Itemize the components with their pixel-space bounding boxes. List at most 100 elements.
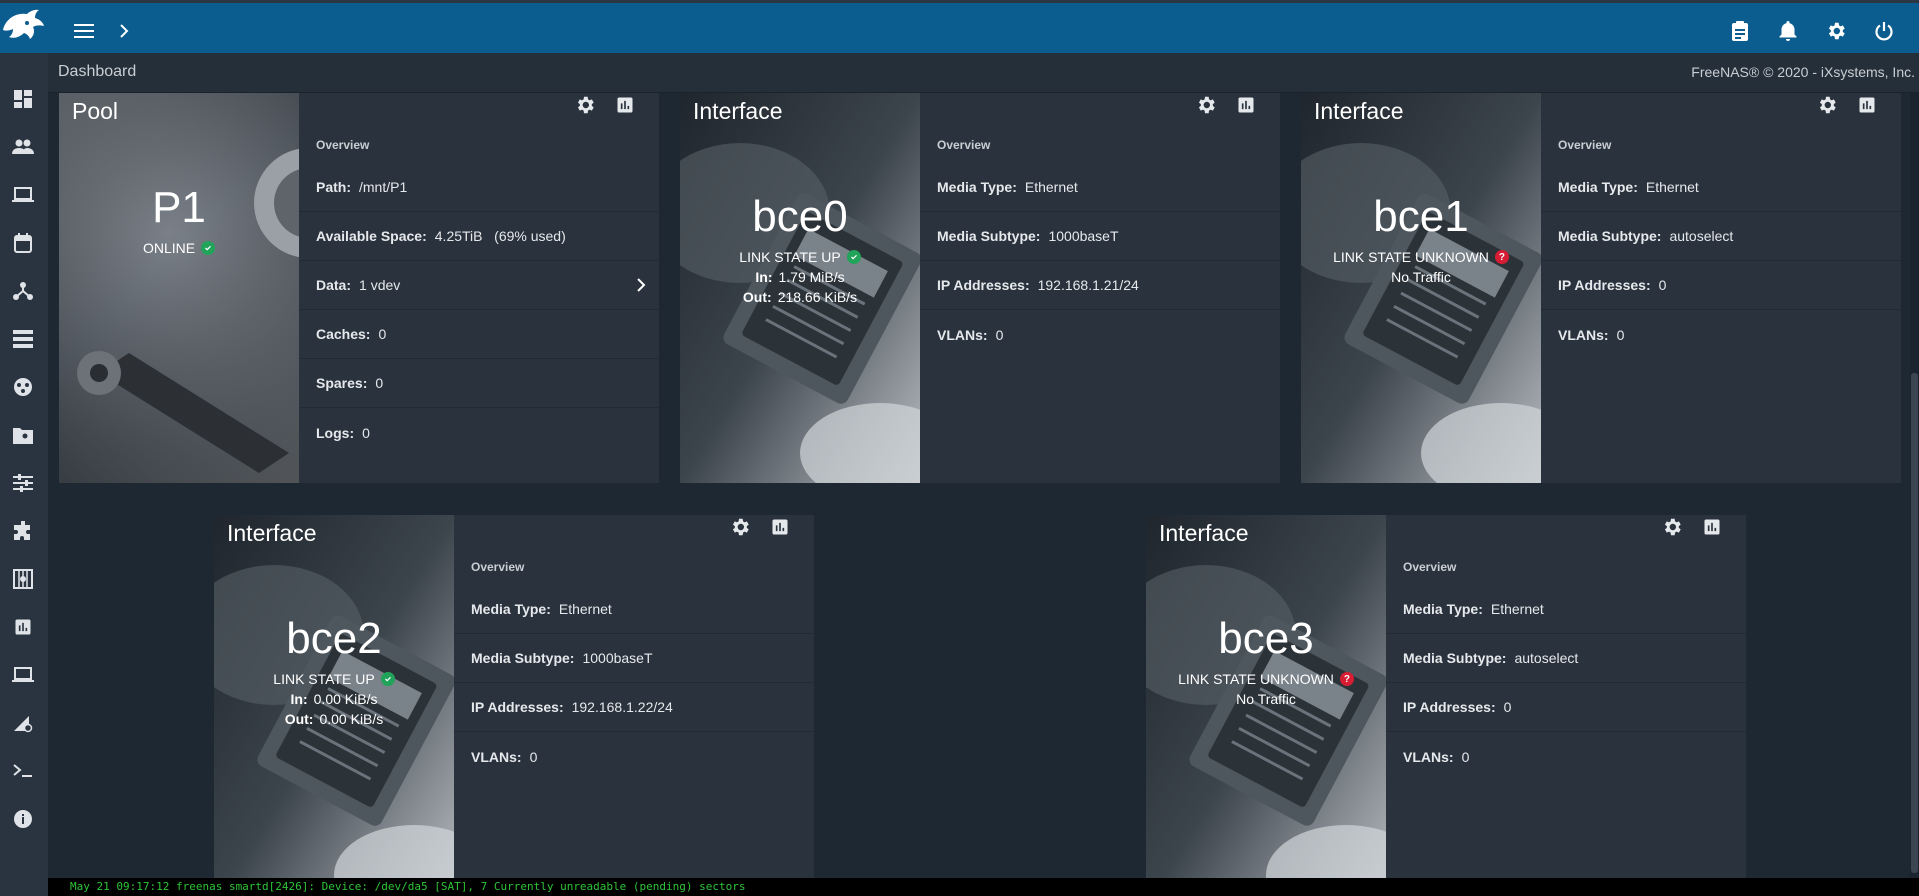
reporting-icon[interactable] [1700,515,1724,539]
gear-icon[interactable] [573,93,597,117]
menu-icon[interactable] [72,19,96,43]
detail-row-logs: Logs: 0 [316,424,370,441]
detail-row-vlans: VLANs: 0 [937,326,1004,343]
shell-icon[interactable] [10,758,36,784]
gear-icon[interactable] [1194,93,1218,117]
dashboard-content: Pool P1 ONLINE Overview Path:/mnt/P1 Ava… [48,93,1919,878]
directory-services-icon[interactable] [10,374,36,400]
plugins-icon[interactable] [10,518,36,544]
card-title: Interface [1159,520,1249,546]
link-state: LINK STATE UNKNOWN ? [1301,249,1541,265]
link-state-text: LINK STATE UP [739,249,841,265]
card-body: Overview Media Type: Ethernet Media Subty… [454,515,814,878]
pool-status: ONLINE [59,240,299,256]
interface-name: bce0 [752,192,848,241]
breadcrumb: Dashboard FreeNAS® © 2020 - iXsystems, I… [48,53,1919,93]
card-title: Pool [72,98,119,124]
link-state-text: LINK STATE UNKNOWN [1333,249,1489,265]
guide-icon[interactable] [10,806,36,832]
detail-row-data[interactable]: Data: 1 vdev [299,261,659,310]
interface-summary: bce3 LINK STATE UNKNOWN ? No Traffic [1146,617,1386,707]
vertical-scrollbar[interactable] [1910,93,1919,878]
check-circle-icon [201,241,216,255]
console-log-line: May 21 09:17:12 freenas smartd[2426]: De… [48,878,1919,896]
reporting-icon[interactable] [1234,93,1258,117]
jails-icon[interactable] [10,566,36,592]
pool-card: Pool P1 ONLINE Overview Path:/mnt/P1 Ava… [59,93,659,483]
detail-row-spares: Spares: 0 [299,359,659,408]
virtual-machines-icon[interactable] [10,662,36,688]
detail-row-ip-addresses: IP Addresses: 0 [1386,683,1746,732]
sharing-icon[interactable] [10,422,36,448]
bell-icon[interactable] [1776,19,1800,43]
detail-row-available-space: Available Space: 4.25TiB (69% used) [299,212,659,261]
card-body: Overview Media Type: Ethernet Media Subty… [920,93,1280,483]
chevron-right-icon[interactable] [112,19,136,43]
card-title: Interface [227,520,317,546]
reporting-icon[interactable] [613,93,637,117]
gear-icon[interactable] [728,515,752,539]
network-icon[interactable] [10,278,36,304]
interface-summary: bce0 LINK STATE UP In: 1.79 MiB/s Out: 218… [680,195,920,305]
power-icon[interactable] [1872,19,1896,43]
detail-row-vlans: VLANs: 0 [1403,748,1470,765]
link-state-text: LINK STATE UP [273,671,375,687]
interface-card-bce2: Interface bce2 LINK STATE UP In: 0.00 KiB… [214,515,814,878]
clipboard-icon[interactable] [1728,19,1752,43]
check-circle-icon [380,672,395,686]
detail-row-path: Path:/mnt/P1 [299,163,659,212]
detail-row-media-type: Media Type: Ethernet [454,585,814,634]
traffic-out: Out: 0.00 KiB/s [284,711,384,727]
reporting-icon[interactable] [1855,93,1879,117]
detail-row-media-subtype: Media Subtype: 1000baseT [454,634,814,683]
reporting-icon[interactable] [768,515,792,539]
tasks-icon[interactable] [10,230,36,256]
card-title: Interface [1314,98,1404,124]
dashboard-icon[interactable] [10,86,36,112]
link-state: LINK STATE UP [680,249,920,265]
storage-icon[interactable] [10,326,36,352]
top-toolbar [0,0,1919,53]
traffic-in: In: 1.79 MiB/s [755,269,845,285]
traffic-out: Out: 218.66 KiB/s [742,289,858,305]
overview-label: Overview [937,138,991,152]
system-icon[interactable] [10,182,36,208]
gear-icon[interactable] [1660,515,1684,539]
overview-label: Overview [316,138,370,152]
detail-row-vlans: VLANs: 0 [1558,326,1625,343]
services-icon[interactable] [10,470,36,496]
detail-row-media-subtype: Media Subtype: autoselect [1386,634,1746,683]
gear-icon[interactable] [1815,93,1839,117]
help-circle-icon: ? [1494,250,1509,264]
copyright-text: FreeNAS® © 2020 - iXsystems, Inc. [1691,64,1915,80]
traffic-status: No Traffic [1391,269,1451,285]
detail-row-media-type: Media Type: Ethernet [920,163,1280,212]
help-circle-icon: ? [1339,672,1354,686]
traffic-in: In: 0.00 KiB/s [290,691,378,707]
page-title: Dashboard [58,63,137,80]
detail-row-media-subtype: Media Subtype: autoselect [1541,212,1901,261]
reporting-icon[interactable] [10,614,36,640]
detail-row-caches: Caches: 0 [299,310,659,359]
card-body: Overview Path:/mnt/P1 Available Space: 4.… [299,93,659,483]
card-body: Overview Media Type: Ethernet Media Subty… [1386,515,1746,878]
interface-card-bce3: Interface bce3 LINK STATE UNKNOWN ? No T… [1146,515,1746,878]
chevron-right-icon[interactable] [631,275,651,295]
interface-card-bce1: Interface bce1 LINK STATE UNKNOWN ? No T… [1301,93,1901,483]
overview-label: Overview [471,560,525,574]
freenas-logo[interactable] [0,6,49,54]
interface-name: bce2 [286,614,382,663]
ethernet-cable-image [1301,93,1541,483]
card-body: Overview Media Type: Ethernet Media Subty… [1541,93,1901,483]
pool-status-text: ONLINE [142,240,196,256]
pool-summary: P1 ONLINE [59,186,299,256]
accounts-icon[interactable] [10,134,36,160]
card-title: Interface [693,98,783,124]
gear-icon[interactable] [1824,19,1848,43]
detail-row-ip-addresses: IP Addresses: 192.168.1.21/24 [920,261,1280,310]
hard-drive-image [59,93,299,483]
scrollbar-thumb[interactable] [1911,373,1918,873]
overview-label: Overview [1558,138,1612,152]
display-settings-icon[interactable] [10,710,36,736]
traffic-status: No Traffic [1236,691,1296,707]
